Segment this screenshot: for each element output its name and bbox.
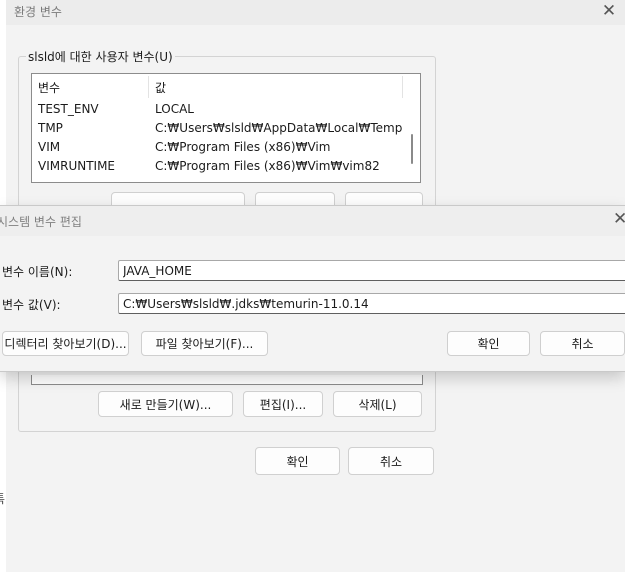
column-header-value[interactable]: 값 bbox=[155, 79, 166, 96]
list-header: 변수 값 bbox=[32, 74, 404, 98]
user-variables-list[interactable]: 변수 값 TEST_ENV LOCAL TMP C:₩Users₩slsld₩A… bbox=[31, 73, 421, 183]
list-rows: TEST_ENV LOCAL TMP C:₩Users₩slsld₩AppDat… bbox=[32, 100, 404, 176]
dialog-cancel-button[interactable]: 취소 bbox=[540, 331, 625, 356]
variable-name: VIMRUNTIME bbox=[38, 159, 116, 173]
variable-value-input[interactable] bbox=[118, 293, 625, 314]
browse-file-button[interactable]: 파일 찾아보기(F)... bbox=[141, 331, 268, 356]
new-button[interactable]: 새로 만들기(W)... bbox=[98, 391, 233, 417]
cancel-button[interactable]: 취소 bbox=[348, 447, 434, 475]
close-icon[interactable]: ✕ bbox=[613, 209, 625, 229]
list-item[interactable]: VIM C:₩Program Files (x86)₩Vim bbox=[32, 138, 404, 157]
variable-value: C:₩Program Files (x86)₩Vim bbox=[155, 140, 331, 154]
close-icon[interactable]: ✕ bbox=[599, 1, 619, 21]
title-bar: 환경 변수 ✕ bbox=[6, 0, 625, 25]
column-divider[interactable] bbox=[148, 76, 149, 98]
variable-name: VIM bbox=[38, 140, 61, 154]
dialog-title-bar: 시스템 변수 편집 ✕ bbox=[0, 206, 625, 236]
dialog-ok-button[interactable]: 확인 bbox=[447, 331, 530, 356]
column-divider[interactable] bbox=[402, 76, 403, 98]
ok-button[interactable]: 확인 bbox=[255, 447, 340, 475]
variable-name: TMP bbox=[38, 121, 63, 135]
variable-name-input[interactable] bbox=[118, 260, 625, 281]
variable-name: TEST_ENV bbox=[38, 102, 99, 116]
edge-text: 특 bbox=[0, 490, 5, 507]
variable-value: C:₩Users₩slsld₩AppData₩Local₩Temp bbox=[155, 121, 403, 135]
variable-value: C:₩Program Files (x86)₩Vim₩vim82 bbox=[155, 159, 380, 173]
variable-value: LOCAL bbox=[155, 102, 194, 116]
edit-button[interactable]: 편집(I)... bbox=[243, 391, 323, 417]
dialog-title: 시스템 변수 편집 bbox=[0, 215, 82, 229]
list-item[interactable]: VIMRUNTIME C:₩Program Files (x86)₩Vim₩vi… bbox=[32, 157, 404, 176]
window-title: 환경 변수 bbox=[14, 5, 62, 19]
column-header-variable[interactable]: 변수 bbox=[38, 79, 60, 96]
list-item[interactable]: TMP C:₩Users₩slsld₩AppData₩Local₩Temp bbox=[32, 119, 404, 138]
browse-directory-button[interactable]: 디렉터리 찾아보기(D)... bbox=[2, 331, 129, 356]
list-scrollbar[interactable] bbox=[411, 134, 413, 164]
variable-name-label: 변수 이름(N): bbox=[2, 265, 73, 279]
edit-system-variable-dialog: 시스템 변수 편집 ✕ 변수 이름(N): 변수 값(V): 디렉터리 찾아보기… bbox=[0, 205, 625, 372]
system-variables-list[interactable] bbox=[31, 375, 423, 385]
background-window-edge: 특 bbox=[0, 490, 6, 570]
user-variables-label: slsld에 대한 사용자 변수(U) bbox=[26, 48, 175, 65]
list-item[interactable]: TEST_ENV LOCAL bbox=[32, 100, 404, 119]
delete-button[interactable]: 삭제(L) bbox=[333, 391, 422, 417]
variable-value-label: 변수 값(V): bbox=[2, 298, 61, 312]
